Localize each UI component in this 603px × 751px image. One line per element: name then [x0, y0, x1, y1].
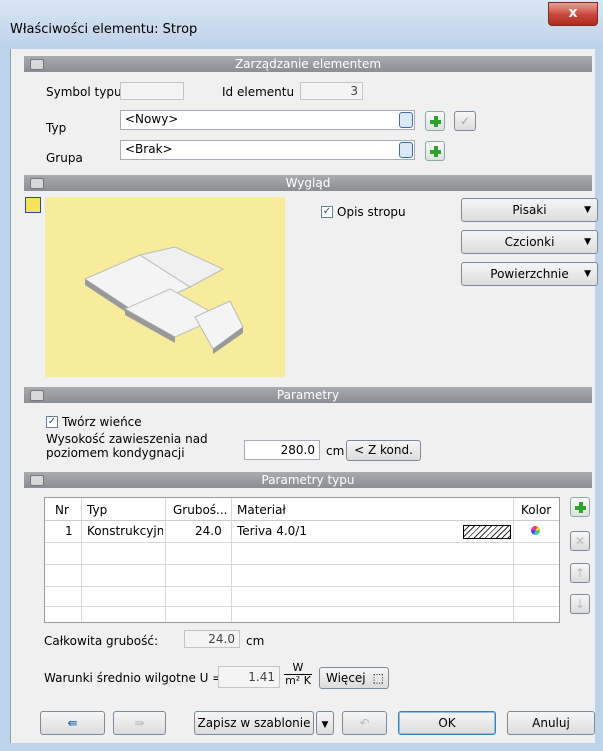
symbol-field[interactable] — [120, 82, 184, 100]
group-select[interactable]: <Brak> — [120, 140, 415, 160]
more-label: Więcej — [326, 671, 366, 685]
undo-icon: ↶ — [359, 716, 370, 730]
confirm-type-icon: ✓ — [454, 111, 476, 131]
col-nr[interactable]: Nr — [55, 503, 69, 517]
powierzchnie-label: Powierzchnie — [490, 267, 569, 281]
save-template-dropdown[interactable]: ▼ — [316, 711, 334, 735]
more-button[interactable]: Więcej ⬚ — [319, 667, 389, 689]
slab-preview-icon — [83, 246, 244, 354]
id-field: 3 — [300, 82, 363, 100]
hatch-pattern-icon — [463, 525, 511, 539]
powierzchnie-button[interactable]: Powierzchnie ▼ — [461, 262, 598, 286]
close-button[interactable]: x — [548, 2, 598, 26]
wience-checkbox[interactable]: ✓ — [46, 416, 58, 428]
row-nr: 1 — [65, 524, 73, 538]
window-title: Właściwości elementu: Strop — [10, 22, 198, 37]
section-params-title: Parametry — [276, 388, 340, 402]
section-management-title: Zarządzanie elementem — [234, 57, 382, 71]
grid-divider — [45, 542, 559, 543]
add-type-icon[interactable] — [425, 111, 445, 131]
czcionki-button[interactable]: Czcionki ▼ — [461, 230, 598, 254]
collapse-icon[interactable] — [30, 390, 44, 401]
section-params-header[interactable]: Parametry — [24, 387, 592, 403]
total-thickness-unit: cm — [246, 634, 265, 648]
czcionki-label: Czcionki — [504, 235, 555, 249]
total-thickness-label: Całkowita grubość: — [44, 634, 159, 648]
total-thickness-field: 24.0 — [184, 630, 240, 648]
u-unit: W m² K — [284, 662, 312, 687]
grid-divider — [231, 498, 232, 622]
z-kond-button[interactable]: < Z kond. — [346, 440, 421, 461]
id-label: Id elementu — [222, 85, 295, 99]
row-typ: Konstrukcyjna i — [87, 524, 163, 538]
col-thickness[interactable]: Gruboś... — [173, 503, 228, 517]
delete-layer-icon: ✕ — [570, 531, 590, 551]
export-button: ⇛ — [113, 711, 166, 735]
dropdown-arrow-icon: ▼ — [584, 237, 591, 247]
section-type-params-title: Parametry typu — [261, 473, 355, 487]
grid-divider — [81, 498, 82, 622]
move-up-icon: ↑ — [570, 563, 590, 583]
dropdown-arrow-icon: ▼ — [584, 205, 591, 215]
grid-divider — [45, 586, 559, 587]
grid-divider — [165, 498, 166, 622]
height-label-line1: Wysokość zawieszenia nad — [46, 432, 208, 446]
layers-table[interactable]: Nr Typ Gruboś... Materiał Kolor 1 Konstr… — [44, 497, 560, 623]
grid-divider — [513, 498, 514, 622]
section-type-params-header[interactable]: Parametry typu — [24, 472, 592, 488]
u-unit-den: m² K — [284, 674, 312, 687]
opis-label: Opis stropu — [337, 205, 406, 219]
preview-3d — [45, 197, 285, 377]
save-template-button[interactable]: Zapisz w szablonie — [194, 711, 314, 735]
wience-label: Twórz wieńce — [62, 415, 142, 429]
symbol-label: Symbol typu — [46, 85, 122, 99]
collapse-icon[interactable] — [30, 178, 44, 189]
section-appearance-title: Wygląd — [285, 176, 331, 190]
opis-checkbox[interactable]: ✓ — [321, 206, 333, 218]
add-layer-icon[interactable] — [570, 497, 590, 517]
u-label: Warunki średnio wilgotne U = — [44, 671, 223, 685]
u-unit-num: W — [292, 661, 304, 674]
height-unit: cm — [326, 444, 345, 458]
row-thickness: 24.0 — [195, 524, 222, 538]
pisaki-button[interactable]: Pisaki ▼ — [461, 198, 598, 222]
height-label-line2: poziomem kondygnacji — [46, 446, 185, 460]
table-row[interactable]: 1 Konstrukcyjna i 24.0 Teriva 4.0/1 — [45, 520, 559, 542]
grid-divider — [45, 606, 559, 607]
group-label: Grupa — [46, 151, 83, 165]
color-wheel-icon[interactable] — [531, 526, 540, 535]
u-field: 1.41 — [218, 666, 280, 688]
height-input[interactable]: 280.0 — [244, 440, 320, 460]
col-color[interactable]: Kolor — [521, 503, 551, 517]
col-typ[interactable]: Typ — [87, 503, 107, 517]
pisaki-label: Pisaki — [512, 203, 547, 217]
collapse-icon[interactable] — [30, 475, 44, 486]
type-select[interactable]: <Nowy> — [120, 110, 415, 130]
layers-header-row — [45, 498, 559, 521]
height-label: Wysokość zawieszenia nad poziomem kondyg… — [46, 432, 208, 460]
collapse-icon[interactable] — [30, 59, 44, 70]
add-group-icon[interactable] — [425, 141, 445, 161]
ok-button[interactable]: OK — [398, 711, 496, 735]
view-3d-icon[interactable] — [25, 197, 41, 213]
type-dropdown-icon[interactable] — [399, 112, 413, 128]
import-icon: ⇚ — [67, 716, 78, 730]
col-material[interactable]: Materiał — [237, 503, 286, 517]
export-disabled-icon: ⇛ — [134, 716, 145, 730]
type-label: Typ — [46, 121, 67, 135]
cancel-button[interactable]: Anuluj — [507, 711, 595, 735]
section-appearance-header[interactable]: Wygląd — [24, 175, 592, 191]
dropdown-arrow-icon: ▼ — [584, 269, 591, 279]
export-icon: ⬚ — [372, 671, 384, 685]
grid-divider — [45, 564, 559, 565]
move-down-icon: ↓ — [570, 594, 590, 614]
undo-button: ↶ — [342, 711, 387, 735]
section-management-header[interactable]: Zarządzanie elementem — [24, 56, 592, 72]
row-material: Teriva 4.0/1 — [237, 524, 307, 538]
import-button[interactable]: ⇚ — [40, 711, 105, 735]
dropdown-arrow-icon: ▼ — [321, 720, 329, 730]
group-dropdown-icon[interactable] — [399, 142, 413, 158]
